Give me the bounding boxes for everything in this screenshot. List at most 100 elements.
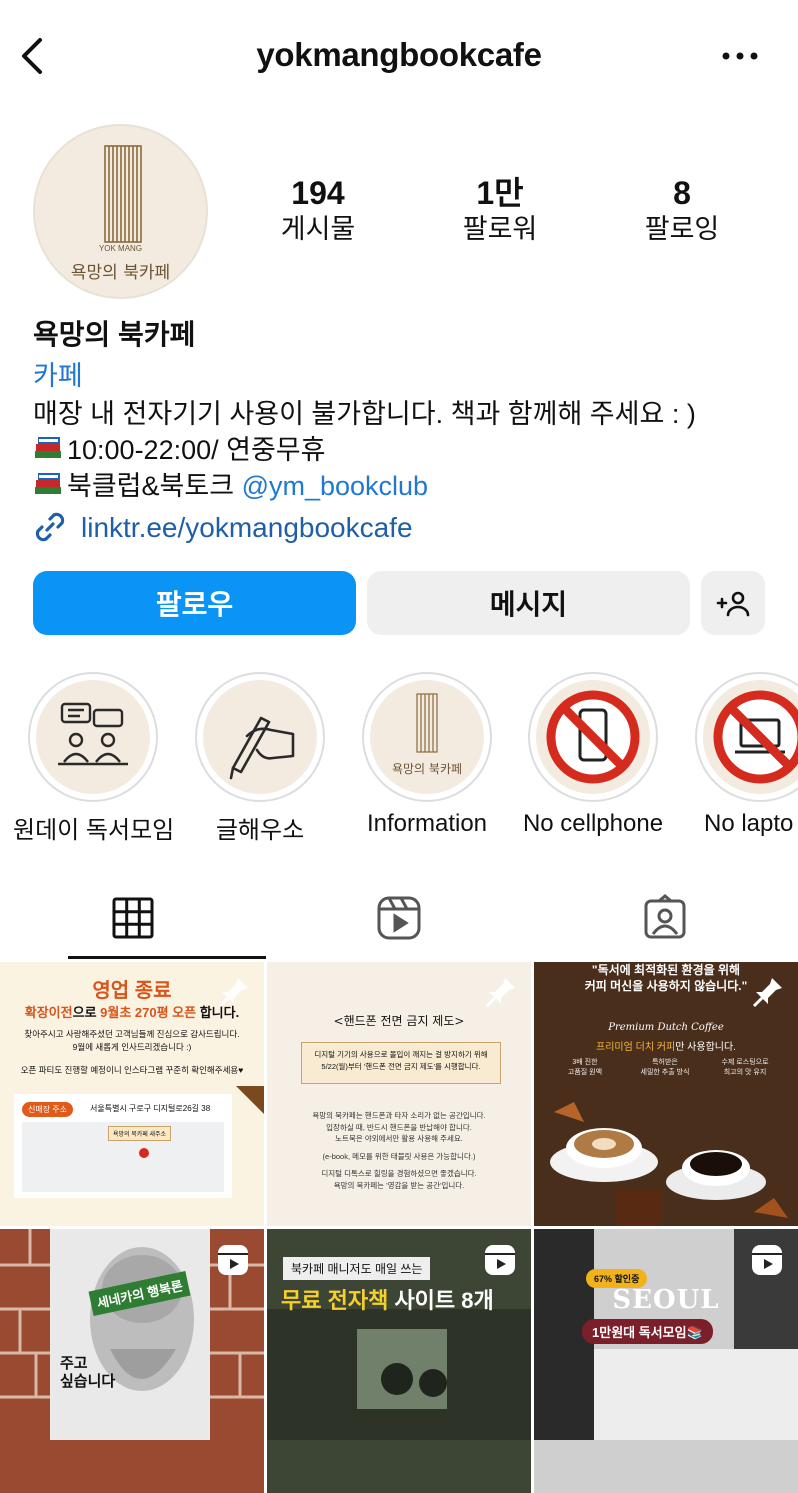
post-title: 무료 전자책 사이트 8개 <box>281 1283 494 1315</box>
post-dutch-coffee[interactable]: "독서에 최적화된 환경을 위해 커피 머신을 사용하지 않습니다." Premi… <box>534 962 798 1226</box>
avatar-small-text: YOK MANG <box>98 244 143 253</box>
posts-label: 게시물 <box>280 214 356 244</box>
posts-count[interactable]: 194 게시물 <box>238 174 398 246</box>
active-tab-indicator <box>68 956 266 959</box>
pin-icon <box>752 978 782 1008</box>
writing-hand-icon <box>229 716 295 780</box>
top-bar: yokmangbookcafe <box>0 0 798 110</box>
books-emoji-icon <box>35 473 61 494</box>
post-body: 욕망의 북카페는 핸드폰과 타자 소리가 없는 공간입니다. 입장하실 때, 반… <box>273 1110 525 1191</box>
reels-icon <box>485 1245 515 1275</box>
bio-line-3: 북클럽&북토크 @ym_bookclub <box>33 464 428 503</box>
highlight-label: No lapto <box>704 810 794 837</box>
post-title-part: 사이트 8개 <box>388 1288 494 1313</box>
posts-value: 194 <box>291 175 345 211</box>
feature-line: 세밀한 추출 방식 <box>640 1069 690 1076</box>
feature-line: 최고의 맛 유지 <box>723 1069 767 1076</box>
tagged-icon[interactable] <box>641 894 689 942</box>
highlight-writing[interactable] <box>195 672 325 802</box>
bio-line-2: 10:00-22:00/ 연중무휴 <box>33 428 326 467</box>
profile-link[interactable]: linktr.ee/yokmangbookcafe <box>33 510 413 544</box>
post-subtitle-part: 확장이전 <box>24 1005 73 1020</box>
feature-line: 수제 로스팅으로 <box>721 1059 769 1066</box>
post-body-line: 9월에 새롭게 인사드리겠습니다 :) <box>72 1042 192 1052</box>
post-notice-line: 5/22(월)부터 '핸드폰 전면 금지 제도'를 시행합니다. <box>321 1062 481 1071</box>
highlight-no-laptop[interactable] <box>695 672 798 802</box>
post-subtitle: 프리미엄 더치 커피만 사용합니다. <box>534 1038 798 1053</box>
more-options-icon[interactable] <box>720 46 760 66</box>
bio-mention-link[interactable]: @ym_bookclub <box>242 471 429 501</box>
post-title: <핸드폰 전면 금지 제도> <box>333 1014 465 1028</box>
coffee-cups-image <box>550 1102 788 1226</box>
post-title-part: 무료 전자책 <box>281 1288 389 1313</box>
post-addr-tag: 신매장 주소 <box>22 1102 74 1117</box>
grid-icon[interactable] <box>109 894 157 942</box>
post-title-line: 주고 <box>60 1355 88 1372</box>
highlight-label: No cellphone <box>522 810 664 837</box>
poster: 세네카의 행복론 주고 싶습니다 <box>50 1229 210 1440</box>
post-subtitle-part: 프리미엄 <box>596 1042 633 1053</box>
following-value: 8 <box>673 175 691 211</box>
post-subtitle: 1만원대 독서모임📚 <box>582 1319 713 1344</box>
post-seneca[interactable]: 세네카의 행복론 주고 싶습니다 <box>0 1229 264 1493</box>
highlight-logo-text: 욕망의 북카페 <box>391 762 463 776</box>
highlight-no-cellphone[interactable] <box>528 672 658 802</box>
post-notice-text: 디지털 기기의 사용으로 몰입이 깨지는 걸 방지하기 위해 5/22(월)부터 … <box>302 1049 500 1073</box>
post-body-line: 찾아주시고 사랑해주셨던 고객님들께 진심으로 감사드립니다. <box>24 1029 240 1039</box>
no-laptop-icon <box>713 690 798 784</box>
post-seoul-bookclub[interactable]: 67% 할인중 SEOUL 1만원대 독서모임📚 <box>534 1229 798 1493</box>
post-body-line: 노트북은 야외에서만 활용 사용해 주세요. <box>335 1134 463 1143</box>
highlight-information[interactable]: 욕망의 북카페 <box>362 672 492 802</box>
reels-icon <box>218 1245 248 1275</box>
statue-image <box>90 1247 194 1391</box>
post-notice-box: 디지털 기기의 사용으로 몰입이 깨지는 걸 방지하기 위해 5/22(월)부터 … <box>301 1042 501 1084</box>
post-addr: 서울특별시 구로구 디지털로26길 38 <box>90 1104 211 1113</box>
profile-link-text: linktr.ee/yokmangbookcafe <box>81 512 413 543</box>
follow-button[interactable]: 팔로우 <box>33 571 356 635</box>
feature-1: 3배 진한고품질 원액 <box>550 1058 620 1078</box>
post-title: SEOUL <box>612 1285 720 1315</box>
map-pin-icon <box>139 1148 149 1158</box>
feature-line: 특허받은 <box>652 1059 678 1066</box>
posts-grid: 영업 종료 확장이전으로 9월초 270평 오픈 합니다. 찾아주시고 사랑해주… <box>0 962 798 1493</box>
bio-line-1: 매장 내 전자기기 사용이 불가합니다. 책과 함께해 주세요 : ) <box>33 399 696 429</box>
post-body: 찾아주시고 사랑해주셨던 고객님들께 진심으로 감사드립니다. 9월에 새롭게 인… <box>6 1028 258 1054</box>
following-label: 팔로잉 <box>644 214 720 244</box>
post-body-line: 입장하실 때, 반드시 핸드폰을 반납해야 합니다. <box>326 1122 472 1132</box>
followers-value: 1만 <box>476 175 524 211</box>
corner-fold <box>236 1086 264 1114</box>
bio-bookclub-text: 북클럽&북토크 <box>67 471 242 501</box>
feature-line: 3배 진한 <box>572 1059 598 1066</box>
profile-name: 욕망의 북카페 <box>33 319 196 350</box>
add-person-button[interactable] <box>701 571 765 635</box>
avatar-label: 욕망의 북카페 <box>70 263 171 283</box>
profile-category[interactable]: 카페 <box>33 354 83 393</box>
highlight-meeting[interactable] <box>28 672 158 802</box>
post-title: 주고 싶습니다 <box>60 1355 115 1391</box>
feature-line: 고품질 원액 <box>567 1069 603 1076</box>
followers-label: 팔로워 <box>462 214 538 244</box>
highlight-label: Information <box>366 810 488 837</box>
reels-icon[interactable] <box>375 894 423 942</box>
post-closing-notice[interactable]: 영업 종료 확장이전으로 9월초 270평 오픈 합니다. 찾아주시고 사랑해주… <box>0 962 264 1226</box>
profile-avatar[interactable]: YOK MANG 욕망의 북카페 <box>33 124 208 299</box>
post-body-line: 디지털 디톡스로 힐링을 경험하셨으면 좋겠습니다. <box>321 1169 477 1178</box>
post-body-line: 오픈 파티도 진행할 예정이니 인스타그램 꾸준히 확인해주세용♥ <box>20 1065 244 1075</box>
meeting-icon <box>58 702 128 766</box>
post-free-ebook[interactable]: 북카페 매니저도 매일 쓰는 무료 전자책 사이트 8개 <box>267 1229 531 1493</box>
books-emoji-icon <box>35 437 61 458</box>
no-phone-icon <box>546 690 640 784</box>
pin-icon <box>218 978 248 1008</box>
pin-icon <box>485 978 515 1008</box>
following-count[interactable]: 8 팔로잉 <box>602 174 762 246</box>
followers-count[interactable]: 1만 팔로워 <box>420 174 580 246</box>
post-map-card: 신매장 주소 서울특별시 구로구 디지털로26길 38 욕망의 북카페 새주소 <box>14 1094 232 1198</box>
feature-2: 특허받은세밀한 추출 방식 <box>630 1058 700 1078</box>
message-button[interactable]: 메시지 <box>367 571 690 635</box>
post-body-line: (e-book, 메모를 위한 태블릿 사용은 가능합니다.) <box>322 1151 476 1161</box>
post-body-line: 욕망의 북카페는 핸드폰과 타자 소리가 없는 공간입니다. <box>312 1111 486 1120</box>
highlight-label: 원데이 독서모임 <box>13 817 175 844</box>
post-phone-ban[interactable]: <핸드폰 전면 금지 제도> 디지털 기기의 사용으로 몰입이 깨지는 걸 방지… <box>267 962 531 1226</box>
post-subtitle-part: 으로 <box>72 1005 101 1020</box>
post-map-tag: 욕망의 북카페 새주소 <box>108 1126 172 1141</box>
